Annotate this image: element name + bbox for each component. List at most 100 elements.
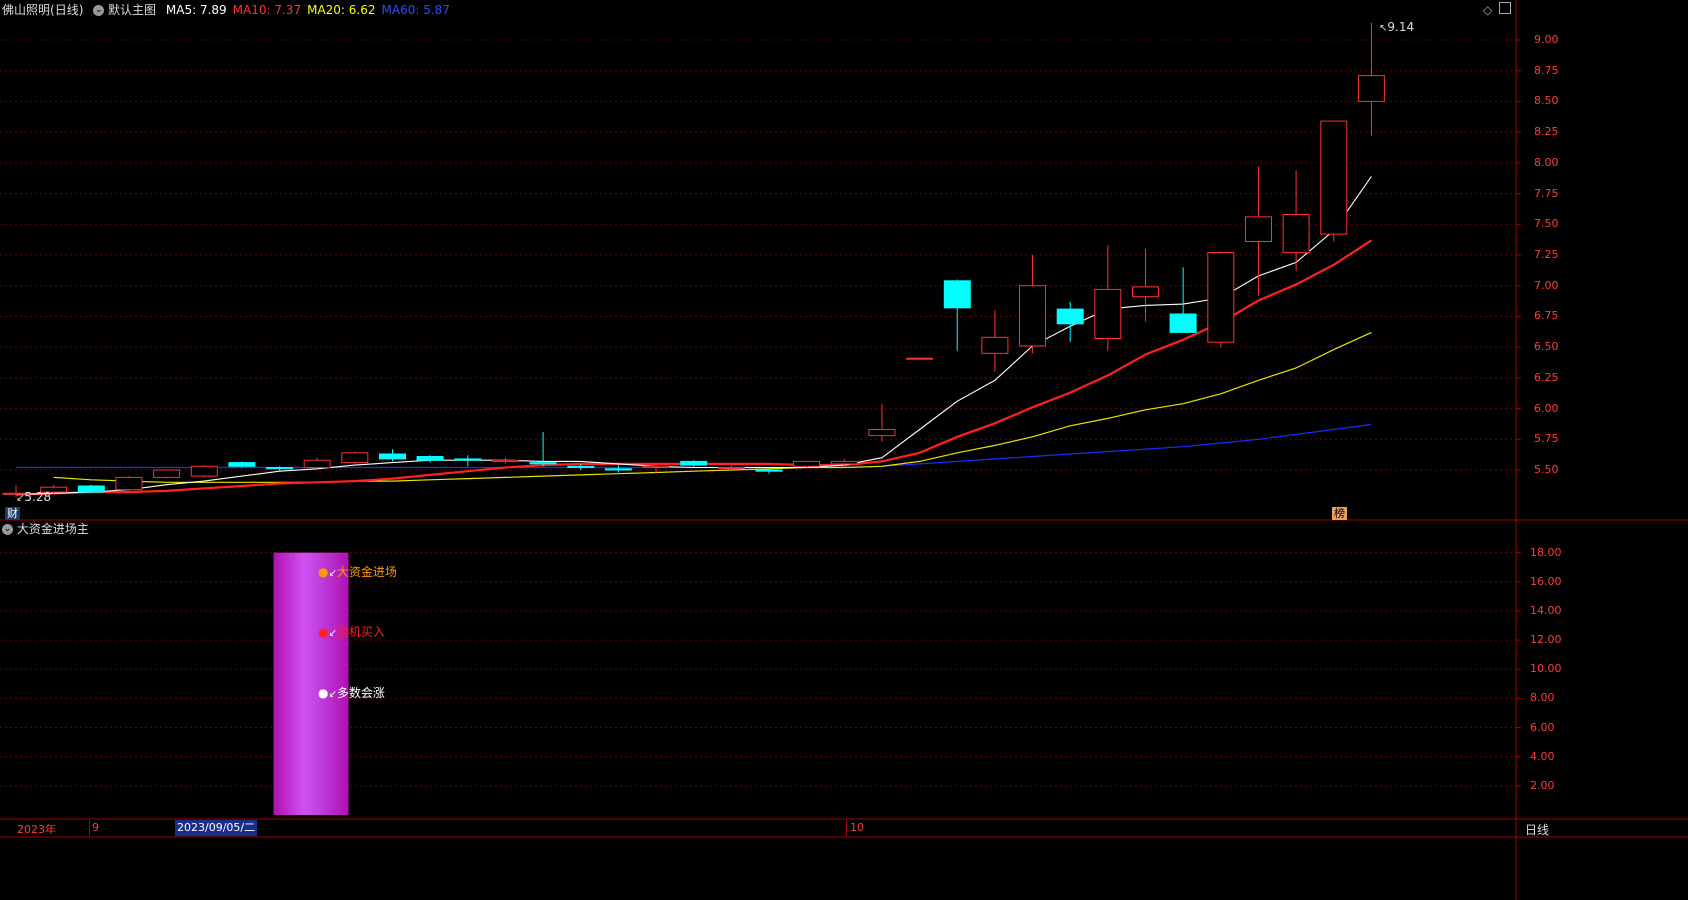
finance-badge[interactable]: 财	[5, 507, 20, 520]
candle-body	[680, 460, 708, 466]
chevron-down-icon[interactable]: ⌄	[2, 524, 13, 535]
chevron-down-icon[interactable]: ⌄	[93, 5, 105, 16]
candle	[303, 457, 331, 469]
candle-body	[1207, 252, 1235, 343]
candle-body	[604, 468, 632, 471]
y-tick-label: 7.00	[1534, 278, 1559, 292]
y-tick-label: 8.25	[1534, 125, 1559, 139]
candle	[77, 484, 105, 494]
period-button[interactable]: 日线	[1525, 821, 1549, 838]
ma10-line	[15, 239, 1373, 496]
candle-body	[1320, 120, 1348, 235]
candle-body	[1357, 75, 1385, 102]
arrow-icon: ↙	[328, 689, 337, 700]
candle	[115, 476, 143, 491]
indicator-y-tick-label: 2.00	[1530, 778, 1555, 792]
stock-name[interactable]: 佛山照明	[2, 3, 50, 17]
candle	[228, 461, 256, 468]
indicator-y-tick-label: 18.00	[1530, 545, 1562, 559]
main-header: 佛山照明(日线) ⌄ 默认主图 MA5: 7.89 MA10: 7.37 MA20:…	[2, 1, 450, 19]
ma-legend-item: MA5: 7.89	[165, 3, 227, 17]
diamond-icon[interactable]: ◇	[1483, 3, 1492, 17]
y-tick-label: 9.00	[1534, 33, 1559, 46]
candle	[1094, 245, 1122, 351]
y-tick-label: 5.50	[1534, 463, 1559, 476]
ma-legend: MA5: 7.89 MA10: 7.37 MA20: 6.62 MA60: 5.87	[160, 3, 450, 17]
year-label: 2023年	[17, 823, 56, 836]
rank-badge[interactable]: 榜	[1332, 507, 1347, 520]
candle-body	[830, 460, 858, 465]
candle	[1245, 166, 1272, 296]
candle-body	[906, 357, 934, 360]
candle-body	[1245, 216, 1272, 242]
indicator-y-tick-label: 8.00	[1530, 691, 1555, 705]
candle-body	[981, 336, 1009, 354]
ma-legend-item: MA10: 7.37	[232, 3, 302, 17]
candle-body	[228, 462, 256, 467]
ma-legend-item: MA20: 6.62	[307, 3, 376, 17]
y-tick-label: 7.50	[1534, 217, 1559, 231]
candle-body	[491, 459, 519, 462]
candle	[680, 460, 708, 468]
y-tick-label: 8.50	[1534, 94, 1559, 108]
candle-body	[529, 462, 557, 465]
selected-date[interactable]: 2023/09/05/二	[175, 820, 258, 836]
y-tick-label: 7.75	[1534, 186, 1559, 200]
candle-body	[567, 465, 595, 468]
indicator-y-tick-label: 16.00	[1530, 574, 1562, 588]
candle-body	[642, 465, 670, 468]
low-price-label: ↙5.28	[16, 490, 52, 504]
ma-legend-item: MA60: 5.87	[381, 3, 450, 17]
candle	[604, 465, 632, 473]
candle	[943, 279, 971, 351]
candle-body	[153, 469, 181, 478]
candle-body	[1019, 285, 1046, 347]
high-price-label: ↖9.14	[1379, 20, 1415, 34]
candle-body	[943, 280, 971, 309]
y-tick-label: 6.25	[1534, 370, 1559, 384]
indicator-label-2: ●↙游机买入	[318, 625, 385, 639]
indicator-y-tick-label: 4.00	[1530, 749, 1555, 763]
month-label-sep: 9	[92, 821, 99, 834]
ma20-line	[53, 331, 1372, 483]
y-tick-label: 5.75	[1534, 432, 1559, 446]
candle-body	[868, 429, 896, 437]
arrow-icon: ↙	[328, 628, 337, 639]
candlestick-chart[interactable]	[0, 0, 1688, 900]
indicator-y-tick-label: 14.00	[1530, 603, 1562, 617]
candle-body	[190, 465, 218, 477]
indicator-label-1: ●↙大资金进场	[318, 565, 397, 579]
candle	[1207, 251, 1235, 348]
candle-body	[1094, 288, 1122, 339]
close-panel-icon[interactable]	[1499, 2, 1511, 14]
candle-body	[717, 467, 745, 469]
candle	[379, 449, 406, 462]
indicator-y-tick-label: 10.00	[1530, 662, 1562, 676]
candle	[341, 451, 369, 464]
month-label-oct: 10	[850, 821, 864, 834]
period-tag: (日线)	[50, 3, 84, 17]
candle	[868, 403, 896, 442]
arrow-icon: ↙	[328, 568, 337, 579]
candle	[1056, 301, 1084, 343]
candle	[906, 357, 934, 360]
ma5-line	[15, 176, 1372, 496]
dot-icon: ●	[318, 565, 329, 579]
indicator-header: ⌄ 大资金进场主	[2, 520, 89, 538]
candle-body	[1056, 308, 1084, 325]
indicator-grid	[0, 552, 1521, 787]
candle-body	[755, 469, 783, 472]
axis-divider	[89, 820, 90, 836]
candle	[1019, 255, 1046, 354]
candle-body	[77, 485, 105, 493]
candle-body	[341, 452, 369, 464]
y-tick-label: 7.25	[1534, 248, 1559, 261]
moving-average-lines	[15, 176, 1373, 496]
candle-body	[1169, 313, 1197, 333]
template-label[interactable]: 默认主图	[108, 3, 156, 17]
dot-icon: ●	[318, 625, 329, 639]
indicator-title[interactable]: 大资金进场主	[17, 522, 89, 536]
candle	[1169, 267, 1197, 333]
candle-body	[303, 459, 331, 469]
candle-body	[1282, 214, 1310, 254]
